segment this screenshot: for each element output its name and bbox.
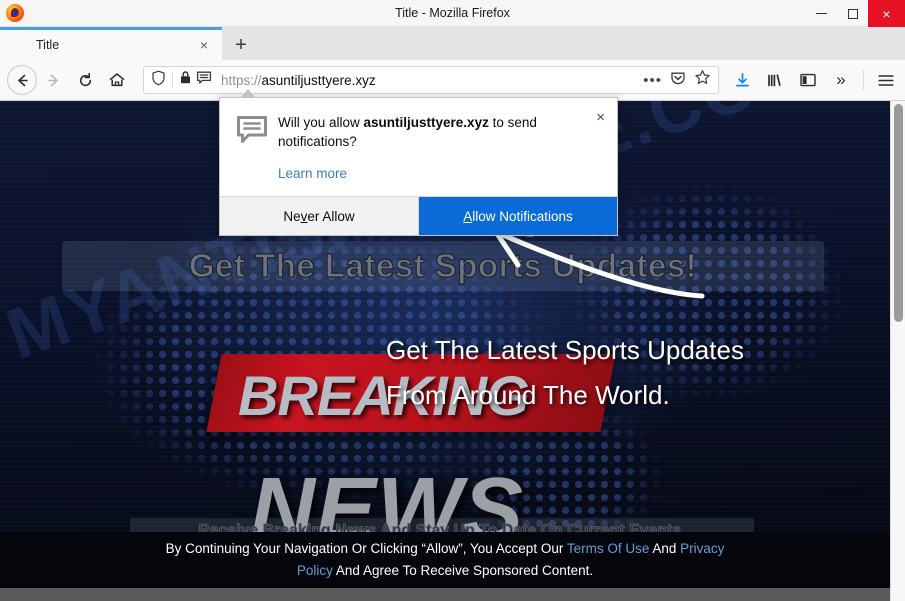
never-allow-accesskey: v	[300, 208, 308, 224]
sidebar-icon[interactable]	[793, 65, 823, 95]
url-divider	[172, 72, 173, 88]
url-bar-actions: •••	[643, 69, 711, 91]
consent-part-2: And	[649, 541, 681, 557]
never-allow-pre: Ne	[283, 208, 301, 224]
pocket-icon[interactable]	[670, 70, 686, 91]
page-headline-banner: Get The Latest Sports Updates!	[62, 241, 824, 291]
url-bar[interactable]: https://asuntiljusttyere.xyz •••	[143, 66, 719, 94]
consent-text: By Continuing Your Navigation Or Clickin…	[165, 538, 725, 582]
close-button[interactable]: ×	[868, 0, 905, 27]
library-icon[interactable]	[760, 65, 790, 95]
consent-part-1: By Continuing Your Navigation Or Clickin…	[165, 541, 567, 557]
star-icon[interactable]	[694, 69, 711, 91]
popup-close-icon[interactable]: ×	[596, 110, 605, 125]
tracking-protection-shield-icon[interactable]	[151, 70, 166, 91]
tab-close-icon[interactable]: ×	[200, 38, 208, 52]
page-subheadline: Get The Latest Sports Updates From Aroun…	[386, 328, 836, 417]
window-controls: ×	[806, 0, 905, 27]
speech-bubble-icon	[236, 113, 270, 183]
toolbar-divider	[863, 70, 864, 90]
page-bottom-strip	[0, 588, 890, 601]
tab-title: Title	[36, 38, 60, 52]
minimize-button[interactable]	[806, 0, 837, 27]
hamburger-menu-icon[interactable]	[871, 65, 901, 95]
url-text[interactable]: https://asuntiljusttyere.xyz	[221, 73, 376, 88]
url-scheme: https://	[221, 72, 262, 88]
vertical-scroll-thumb[interactable]	[894, 104, 903, 322]
title-bar: Title - Mozilla Firefox ×	[0, 0, 905, 27]
new-tab-button[interactable]: +	[222, 30, 260, 60]
padlock-icon[interactable]	[179, 70, 192, 90]
tab-strip: Title × +	[0, 27, 905, 60]
toolbar-right-icons: »	[727, 65, 905, 95]
forward-arrow-icon	[37, 64, 69, 96]
popup-main: Will you allow asuntiljusttyere.xyz to s…	[270, 113, 603, 183]
home-icon[interactable]	[101, 64, 133, 96]
url-host: asuntiljusttyere.xyz	[261, 72, 376, 88]
subheadline-line-2: From Around The World.	[386, 379, 670, 410]
question-prefix: Will you allow	[278, 115, 364, 130]
page-headline-text: Get The Latest Sports Updates!	[188, 246, 698, 284]
popup-question: Will you allow asuntiljusttyere.xyz to s…	[278, 113, 581, 151]
subheadline-line-1: Get The Latest Sports Updates	[386, 335, 744, 365]
allow-notifications-button[interactable]: Allow Notifications	[419, 197, 617, 236]
downloads-icon[interactable]	[727, 65, 757, 95]
notification-bubble-icon[interactable]	[196, 70, 212, 91]
learn-more-link[interactable]: Learn more	[278, 166, 347, 181]
reload-icon[interactable]	[69, 64, 101, 96]
vertical-scrollbar[interactable]	[890, 101, 905, 601]
allow-accesskey: A	[463, 208, 473, 224]
popup-actions: Ne v er Allow Allow Notifications	[220, 196, 617, 236]
overflow-chevron-icon[interactable]: »	[826, 65, 856, 95]
firefox-window: Title - Mozilla Firefox × Title × + http…	[0, 0, 905, 601]
never-allow-button[interactable]: Ne v er Allow	[220, 197, 419, 236]
browser-tab[interactable]: Title ×	[0, 27, 222, 60]
notification-permission-popup: Will you allow asuntiljusttyere.xyz to s…	[219, 89, 618, 237]
page-actions-icon[interactable]: •••	[643, 73, 662, 88]
consent-bar: By Continuing Your Navigation Or Clickin…	[0, 532, 890, 588]
question-domain: asuntiljusttyere.xyz	[363, 115, 489, 130]
never-allow-post: er Allow	[307, 208, 355, 224]
terms-of-use-link[interactable]: Terms Of Use	[567, 541, 650, 556]
maximize-button[interactable]	[837, 0, 868, 27]
window-title: Title - Mozilla Firefox	[395, 6, 510, 20]
allow-post: llow Notifications	[472, 208, 573, 224]
back-arrow-icon[interactable]	[7, 65, 37, 95]
consent-part-3: And Agree To Receive Sponsored Content.	[332, 563, 594, 578]
navigation-toolbar: https://asuntiljusttyere.xyz ••• »	[0, 60, 905, 101]
popup-body: Will you allow asuntiljusttyere.xyz to s…	[220, 98, 617, 196]
